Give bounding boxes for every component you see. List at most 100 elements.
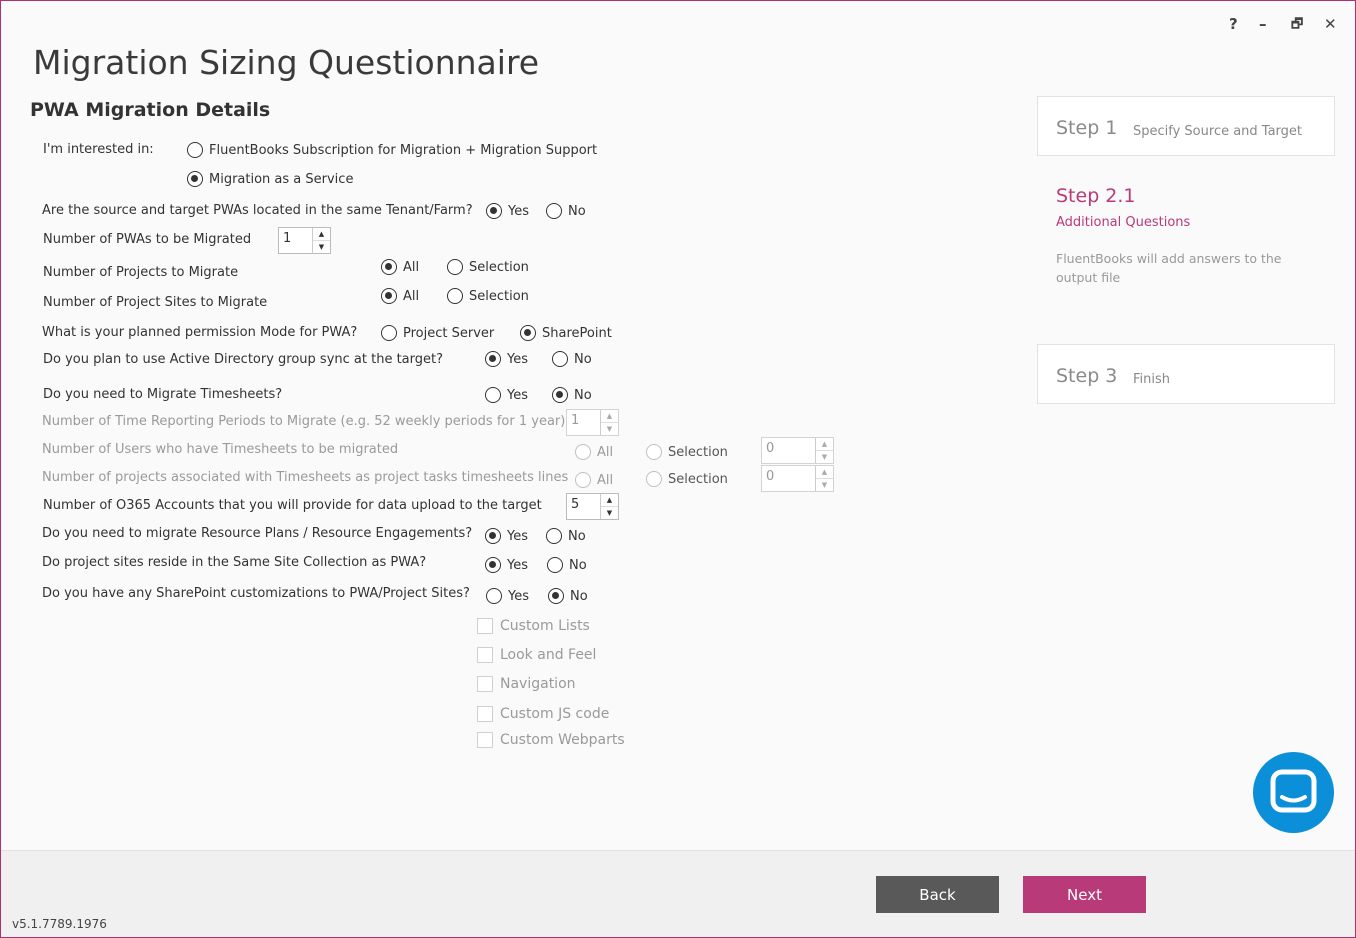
ts-users-label: Number of Users who have Timesheets to b… [42, 442, 399, 457]
stepper-up-icon[interactable]: ▲ [313, 228, 330, 240]
num-projects-all-radio[interactable]: All [381, 259, 419, 275]
customizations-label: Do you have any SharePoint customization… [42, 586, 470, 601]
stepper-down-icon[interactable]: ▼ [816, 478, 833, 491]
stepper-value[interactable]: 0 [762, 466, 815, 491]
look-and-feel-checkbox[interactable]: Look and Feel [477, 647, 596, 663]
customizations-yes-radio[interactable]: Yes [486, 588, 529, 604]
num-projects-selection-radio[interactable]: Selection [447, 259, 529, 275]
stepper-up-icon[interactable]: ▲ [601, 410, 618, 422]
ts-users-all-radio[interactable]: All [575, 444, 613, 460]
radio-indicator [486, 588, 502, 604]
o365-stepper[interactable]: 5 ▲ ▼ [566, 493, 619, 520]
step1-panel: Step 1 Specify Source and Target [1037, 96, 1335, 156]
back-button[interactable]: Back [876, 876, 999, 913]
num-sites-selection-radio[interactable]: Selection [447, 288, 529, 304]
timesheets-label: Do you need to Migrate Timesheets? [43, 387, 283, 402]
same-tenant-yes-radio[interactable]: Yes [486, 203, 529, 219]
restore-icon[interactable]: 🗗 [1291, 15, 1303, 37]
interested-service-radio[interactable]: Migration as a Service [187, 171, 353, 187]
ad-sync-no-radio[interactable]: No [552, 351, 592, 367]
ts-projects-all-radio[interactable]: All [575, 472, 613, 488]
page-title: Migration Sizing Questionnaire [33, 43, 540, 82]
radio-label: Yes [508, 203, 529, 219]
radio-label: FluentBooks Subscription for Migration +… [209, 142, 598, 158]
radio-label: No [574, 387, 592, 403]
same-site-yes-radio[interactable]: Yes [485, 557, 528, 573]
checkbox-box [477, 676, 493, 692]
step2-note: FluentBooks will add answers to the outp… [1056, 251, 1282, 285]
radio-label: Yes [507, 557, 528, 573]
ts-projects-selection-radio[interactable]: Selection [646, 471, 728, 487]
ts-users-selection-radio[interactable]: Selection [646, 444, 728, 460]
checkbox-label: Navigation [500, 676, 576, 692]
stepper-down-icon[interactable]: ▼ [601, 506, 618, 519]
num-sites-all-radio[interactable]: All [381, 288, 419, 304]
same-tenant-no-radio[interactable]: No [546, 203, 586, 219]
stepper-value[interactable]: 1 [567, 410, 600, 435]
stepper-down-icon[interactable]: ▼ [313, 240, 330, 253]
navigation-checkbox[interactable]: Navigation [477, 676, 576, 692]
stepper-down-icon[interactable]: ▼ [601, 422, 618, 435]
radio-label: No [570, 588, 588, 604]
customizations-no-radio[interactable]: No [548, 588, 588, 604]
radio-indicator [187, 142, 203, 158]
custom-webparts-checkbox[interactable]: Custom Webparts [477, 732, 625, 748]
num-pwas-stepper[interactable]: 1 ▲ ▼ [278, 227, 331, 254]
radio-indicator [520, 325, 536, 341]
radio-indicator [548, 588, 564, 604]
radio-indicator [381, 259, 397, 275]
num-sites-label: Number of Project Sites to Migrate [43, 295, 268, 310]
stepper-up-icon[interactable]: ▲ [601, 494, 618, 506]
stepper-down-icon[interactable]: ▼ [816, 450, 833, 463]
checkbox-label: Custom Webparts [500, 732, 625, 748]
same-site-no-radio[interactable]: No [547, 557, 587, 573]
radio-indicator [485, 528, 501, 544]
radio-indicator [552, 387, 568, 403]
checkbox-box [477, 732, 493, 748]
radio-label: Yes [508, 588, 529, 604]
chat-button[interactable] [1253, 752, 1334, 833]
timesheets-no-radio[interactable]: No [552, 387, 592, 403]
resource-plans-yes-radio[interactable]: Yes [485, 528, 528, 544]
checkbox-box [477, 618, 493, 634]
radio-label: Selection [668, 471, 728, 487]
periods-stepper[interactable]: 1 ▲ ▼ [566, 409, 619, 436]
ts-projects-stepper[interactable]: 0 ▲ ▼ [761, 465, 834, 492]
next-button[interactable]: Next [1023, 876, 1146, 913]
periods-label: Number of Time Reporting Periods to Migr… [42, 414, 566, 429]
radio-indicator [187, 171, 203, 187]
custom-lists-checkbox[interactable]: Custom Lists [477, 618, 590, 634]
radio-label: SharePoint [542, 325, 612, 341]
step1-description: Specify Source and Target [1133, 124, 1303, 139]
radio-label: Migration as a Service [209, 171, 354, 187]
checkbox-box [477, 706, 493, 722]
ts-users-stepper[interactable]: 0 ▲ ▼ [761, 437, 834, 464]
stepper-up-icon[interactable]: ▲ [816, 438, 833, 450]
interested-subscription-radio[interactable]: FluentBooks Subscription for Migration +… [187, 142, 597, 158]
radio-label: No [569, 557, 587, 573]
stepper-value[interactable]: 5 [567, 494, 600, 519]
radio-label: Yes [507, 528, 528, 544]
radio-label: All [597, 444, 614, 460]
ad-sync-label: Do you plan to use Active Directory grou… [43, 352, 443, 367]
permission-sharepoint-radio[interactable]: SharePoint [520, 325, 612, 341]
close-icon[interactable]: ✕ [1324, 15, 1337, 33]
timesheets-yes-radio[interactable]: Yes [485, 387, 528, 403]
stepper-value[interactable]: 0 [762, 438, 815, 463]
stepper-up-icon[interactable]: ▲ [816, 466, 833, 478]
radio-label: Selection [469, 288, 529, 304]
custom-js-checkbox[interactable]: Custom JS code [477, 706, 609, 722]
o365-label: Number of O365 Accounts that you will pr… [43, 498, 542, 513]
minimize-icon[interactable]: – [1259, 15, 1267, 33]
radio-indicator [646, 471, 662, 487]
radio-label: All [403, 288, 420, 304]
help-icon[interactable]: ? [1229, 15, 1238, 33]
permission-project-server-radio[interactable]: Project Server [381, 325, 494, 341]
ad-sync-yes-radio[interactable]: Yes [485, 351, 528, 367]
stepper-value[interactable]: 1 [279, 228, 312, 253]
checkbox-box [477, 647, 493, 663]
radio-indicator [381, 288, 397, 304]
num-pwas-label: Number of PWAs to be Migrated [43, 232, 252, 247]
radio-label: No [568, 203, 586, 219]
resource-plans-no-radio[interactable]: No [546, 528, 586, 544]
